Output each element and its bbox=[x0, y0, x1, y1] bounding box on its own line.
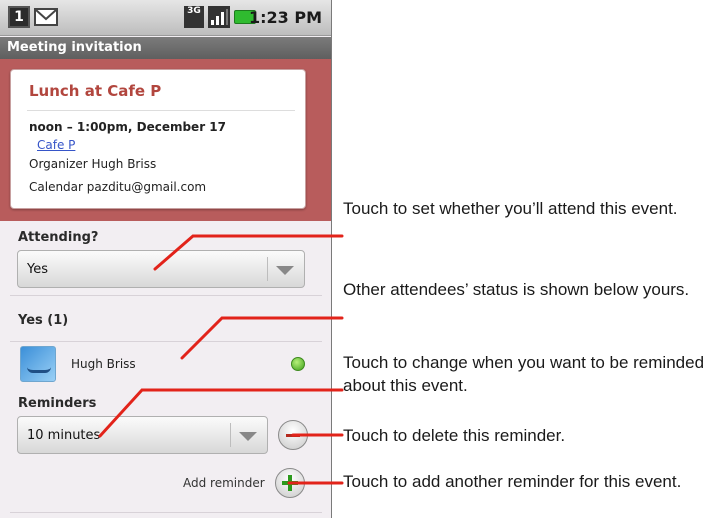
event-calendar: Calendar pazditu@gmail.com bbox=[29, 180, 206, 194]
calendar-label: Calendar bbox=[29, 180, 83, 194]
event-title: Lunch at Cafe P bbox=[29, 82, 162, 100]
divider bbox=[27, 110, 295, 111]
attending-spinner[interactable]: Yes bbox=[17, 250, 305, 288]
callout-change: Touch to change when you want to be remi… bbox=[343, 353, 705, 395]
event-organizer: Organizer Hugh Briss bbox=[29, 157, 156, 171]
attendee-name: Hugh Briss bbox=[71, 357, 136, 371]
event-card: Lunch at Cafe P noon – 1:00pm, December … bbox=[10, 69, 306, 209]
reminder-spinner[interactable]: 10 minutes bbox=[17, 416, 268, 454]
status-bar: 1 3G 1:23 PM bbox=[0, 0, 331, 36]
event-location-link[interactable]: Cafe P bbox=[37, 138, 75, 152]
attending-label: Attending? bbox=[18, 230, 99, 245]
chevron-down-icon bbox=[276, 266, 294, 275]
page-title: Meeting invitation bbox=[0, 37, 331, 59]
divider bbox=[10, 295, 322, 296]
clock: 1:23 PM bbox=[248, 8, 322, 27]
delete-reminder-button[interactable] bbox=[278, 420, 308, 450]
reminder-value: 10 minutes bbox=[27, 428, 101, 443]
plus-icon-bar bbox=[282, 481, 298, 485]
3g-icon: 3G bbox=[184, 6, 204, 28]
attendees-group-label: Yes (1) bbox=[18, 313, 69, 328]
phone-screen: 1 3G 1:23 PM Meeting invitation Lunch at… bbox=[0, 0, 332, 518]
minus-icon bbox=[286, 434, 300, 437]
divider bbox=[10, 341, 322, 342]
calendar-account: pazditu@gmail.com bbox=[86, 180, 207, 194]
spinner-divider bbox=[230, 423, 231, 447]
status-indicator-icon bbox=[291, 357, 305, 371]
bicycle-icon bbox=[27, 361, 51, 373]
callout-others: Other attendees’ status is shown below y… bbox=[343, 280, 690, 299]
gmail-notification-icon bbox=[34, 8, 58, 26]
chevron-down-icon bbox=[239, 432, 257, 441]
signal-strength-icon bbox=[208, 6, 230, 28]
callout-attend: Touch to set whether you’ll attend this … bbox=[343, 199, 678, 218]
attending-value: Yes bbox=[27, 262, 48, 277]
avatar bbox=[20, 346, 56, 382]
add-reminder-button[interactable] bbox=[275, 468, 305, 498]
event-time: noon – 1:00pm, December 17 bbox=[29, 120, 226, 134]
add-reminder-label: Add reminder bbox=[183, 476, 265, 490]
organizer-label: Organizer bbox=[29, 157, 88, 171]
callout-delete: Touch to delete this reminder. bbox=[343, 426, 566, 445]
calendar-notification-icon: 1 bbox=[8, 6, 30, 28]
organizer-name: Hugh Briss bbox=[91, 157, 157, 171]
reminders-label: Reminders bbox=[18, 396, 97, 411]
divider bbox=[10, 512, 322, 513]
spinner-divider bbox=[267, 257, 268, 281]
callout-add: Touch to add another reminder for this e… bbox=[343, 472, 682, 491]
